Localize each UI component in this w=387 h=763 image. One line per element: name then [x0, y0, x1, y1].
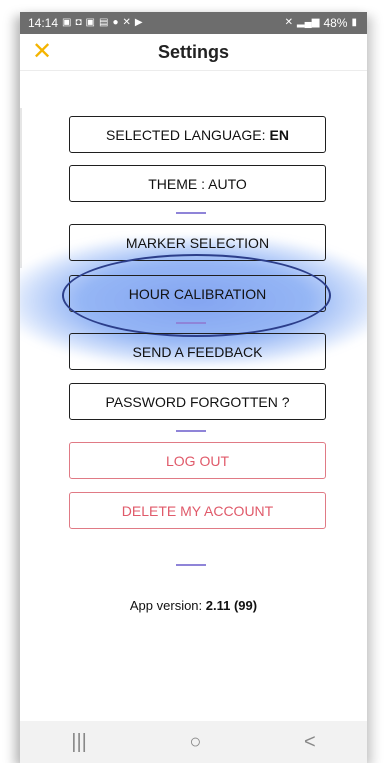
hour-calibration-button[interactable]: HOUR CALIBRATION	[69, 275, 326, 312]
home-icon[interactable]: ○	[189, 731, 201, 754]
marker-selection-label: MARKER SELECTION	[125, 234, 270, 251]
signal-icon: ▂▄▆	[296, 17, 320, 28]
battery-percent: 48%	[323, 16, 348, 30]
version-value: 2.11 (99)	[205, 598, 258, 613]
delete-account-button[interactable]: DELETE MY ACCOUNT	[69, 492, 326, 529]
logout-label: LOG OUT	[165, 452, 229, 469]
separator	[176, 212, 206, 214]
gallery-notification-icon: ▣	[62, 17, 72, 28]
hour-calibration-label: HOUR CALIBRATION	[128, 285, 267, 302]
chat-notification-icon: ●	[112, 17, 119, 28]
play-store-icon: ▶	[134, 17, 143, 28]
separator	[176, 564, 206, 566]
left-edge-panel	[20, 108, 22, 268]
battery-icon: ▮	[351, 17, 357, 28]
separator	[176, 322, 206, 324]
missed-call-icon: ✕	[122, 17, 131, 28]
app-version: App version: 2.11 (99)	[20, 598, 367, 613]
message-notification-icon: ▣	[85, 17, 95, 28]
recent-apps-icon[interactable]: |||	[71, 731, 87, 754]
send-feedback-button[interactable]: SEND A FEEDBACK	[69, 333, 326, 370]
app-notification-icon: ◘	[75, 17, 82, 28]
app-bar: ✕ Settings	[20, 34, 367, 71]
separator	[176, 430, 206, 432]
phone-screen: 14:14 ▣ ◘ ▣ ▤ ● ✕ ▶ ✕ ▂▄▆ 48% ▮ ✕ Settin…	[20, 12, 367, 763]
close-icon[interactable]: ✕	[32, 37, 52, 66]
language-label: SELECTED LANGUAGE:	[106, 126, 266, 143]
delete-account-label: DELETE MY ACCOUNT	[121, 502, 274, 519]
status-time: 14:14	[28, 16, 59, 30]
theme-button[interactable]: THEME : AUTO	[69, 165, 326, 202]
system-nav-bar: ||| ○ <	[20, 721, 367, 763]
language-button[interactable]: SELECTED LANGUAGE: EN	[69, 116, 326, 153]
logout-button[interactable]: LOG OUT	[69, 442, 326, 479]
version-label: App version:	[129, 598, 203, 613]
image-notification-icon: ▤	[98, 17, 109, 28]
send-feedback-label: SEND A FEEDBACK	[132, 343, 263, 360]
page-title: Settings	[157, 41, 229, 62]
status-bar: 14:14 ▣ ◘ ▣ ▤ ● ✕ ▶ ✕ ▂▄▆ 48% ▮	[20, 12, 367, 34]
marker-selection-button[interactable]: MARKER SELECTION	[69, 224, 326, 261]
back-icon[interactable]: <	[304, 731, 316, 754]
language-value: EN	[269, 126, 289, 143]
mute-icon: ✕	[284, 17, 293, 28]
theme-label: THEME : AUTO	[148, 175, 247, 192]
password-forgotten-label: PASSWORD FORGOTTEN ?	[105, 393, 290, 410]
password-forgotten-button[interactable]: PASSWORD FORGOTTEN ?	[69, 383, 326, 420]
